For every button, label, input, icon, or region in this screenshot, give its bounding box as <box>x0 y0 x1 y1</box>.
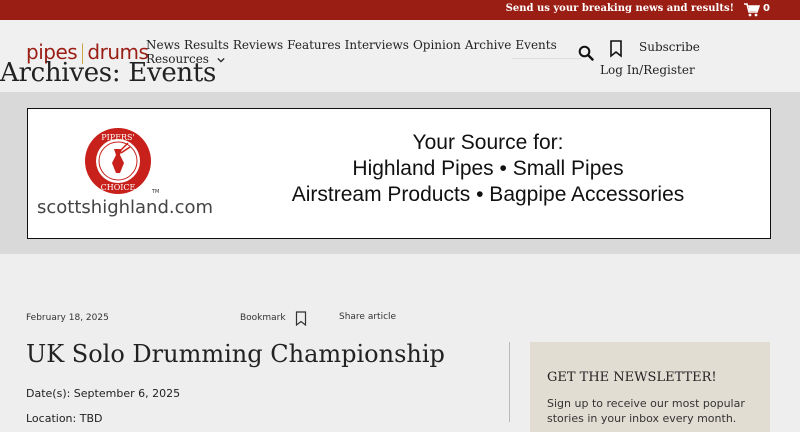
bookmark-icon[interactable] <box>295 311 307 326</box>
column-divider <box>509 342 510 422</box>
ad-banner[interactable]: PIPERS' CHOICE TM scottshighland.com You… <box>27 108 771 239</box>
badge-tm: TM <box>151 189 159 195</box>
share-article-button[interactable]: Share article <box>339 312 396 322</box>
badge-top-text: PIPERS' <box>101 133 134 142</box>
newsletter-box: GET THE NEWSLETTER! Sign up to receive o… <box>530 342 770 432</box>
cart-count[interactable]: 0 <box>763 3 770 14</box>
newsletter-title: GET THE NEWSLETTER! <box>547 370 717 385</box>
nav-news[interactable]: News <box>146 38 180 52</box>
article-date: February 18, 2025 <box>26 313 109 323</box>
nav-archive[interactable]: Archive <box>465 38 512 52</box>
ad-line-1: Your Source for: <box>412 131 564 154</box>
bookmark-icon[interactable] <box>609 40 623 58</box>
article-title[interactable]: UK Solo Drumming Championship <box>26 340 445 368</box>
breaking-news-link[interactable]: Send us your breaking news and results! <box>506 3 734 14</box>
bookmark-button[interactable]: Bookmark <box>240 313 286 323</box>
event-dates: Date(s): September 6, 2025 <box>26 387 181 400</box>
ad-domain: scottshighland.com <box>37 197 214 218</box>
event-location: Location: TBD <box>26 412 103 425</box>
newsletter-text: Sign up to receive our most popular stor… <box>547 397 745 425</box>
cart-icon[interactable] <box>744 3 760 17</box>
page-title: Archives: Events <box>0 58 217 88</box>
nav-features[interactable]: Features <box>287 38 340 52</box>
nav-events[interactable]: Events <box>515 38 556 52</box>
nav-results[interactable]: Results <box>184 38 229 52</box>
top-bar: Send us your breaking news and results! … <box>0 0 800 20</box>
ad-line-3: Airstream Products • Bagpipe Accessories <box>291 183 685 206</box>
subscribe-link[interactable]: Subscribe <box>639 40 700 54</box>
login-register-link[interactable]: Log In/Register <box>600 63 695 77</box>
pipers-choice-logo: PIPERS' CHOICE TM <box>85 128 159 195</box>
nav-reviews[interactable]: Reviews <box>233 38 283 52</box>
badge-bottom-text: CHOICE <box>101 183 136 192</box>
ad-line-2: Highland Pipes • Small Pipes <box>352 157 624 180</box>
chevron-down-icon <box>217 57 225 63</box>
search-icon[interactable] <box>578 45 594 61</box>
nav-opinion[interactable]: Opinion <box>413 38 461 52</box>
search-input[interactable] <box>512 58 582 59</box>
nav-interviews[interactable]: Interviews <box>345 38 409 52</box>
